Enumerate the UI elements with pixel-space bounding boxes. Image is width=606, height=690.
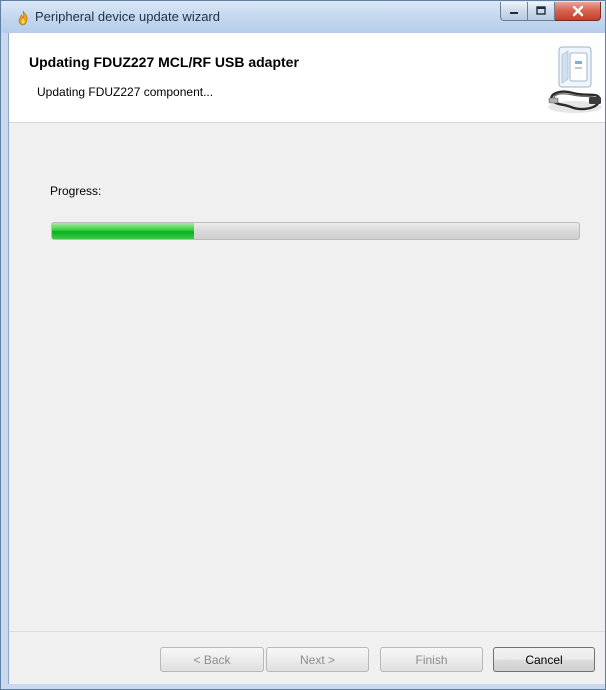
wizard-client-area: Updating FDUZ227 MCL/RF USB adapter Upda… bbox=[8, 33, 605, 684]
next-button[interactable]: Next > bbox=[266, 647, 369, 672]
usb-adapter-device-icon bbox=[548, 46, 602, 113]
minimize-icon bbox=[510, 12, 518, 14]
page-title: Updating FDUZ227 MCL/RF USB adapter bbox=[29, 54, 299, 70]
page-subtitle: Updating FDUZ227 component... bbox=[37, 85, 214, 99]
cancel-button[interactable]: Cancel bbox=[493, 647, 595, 672]
wizard-window: Peripheral device update wizard Updating… bbox=[0, 0, 606, 690]
caption-buttons bbox=[500, 2, 601, 22]
footer-divider bbox=[9, 631, 605, 632]
progress-bar bbox=[51, 222, 580, 240]
finish-button[interactable]: Finish bbox=[380, 647, 483, 672]
title-bar[interactable]: Peripheral device update wizard bbox=[1, 1, 605, 33]
progress-label: Progress: bbox=[50, 184, 102, 198]
maximize-icon bbox=[536, 6, 546, 15]
minimize-button[interactable] bbox=[500, 2, 528, 21]
close-button[interactable] bbox=[555, 2, 601, 21]
close-icon bbox=[572, 5, 583, 17]
window-title: Peripheral device update wizard bbox=[35, 9, 220, 24]
flame-app-icon bbox=[18, 10, 28, 26]
maximize-button[interactable] bbox=[528, 2, 555, 21]
back-button[interactable]: < Back bbox=[160, 647, 264, 672]
progress-bar-fill bbox=[52, 223, 195, 239]
wizard-header: Updating FDUZ227 MCL/RF USB adapter Upda… bbox=[9, 33, 605, 123]
